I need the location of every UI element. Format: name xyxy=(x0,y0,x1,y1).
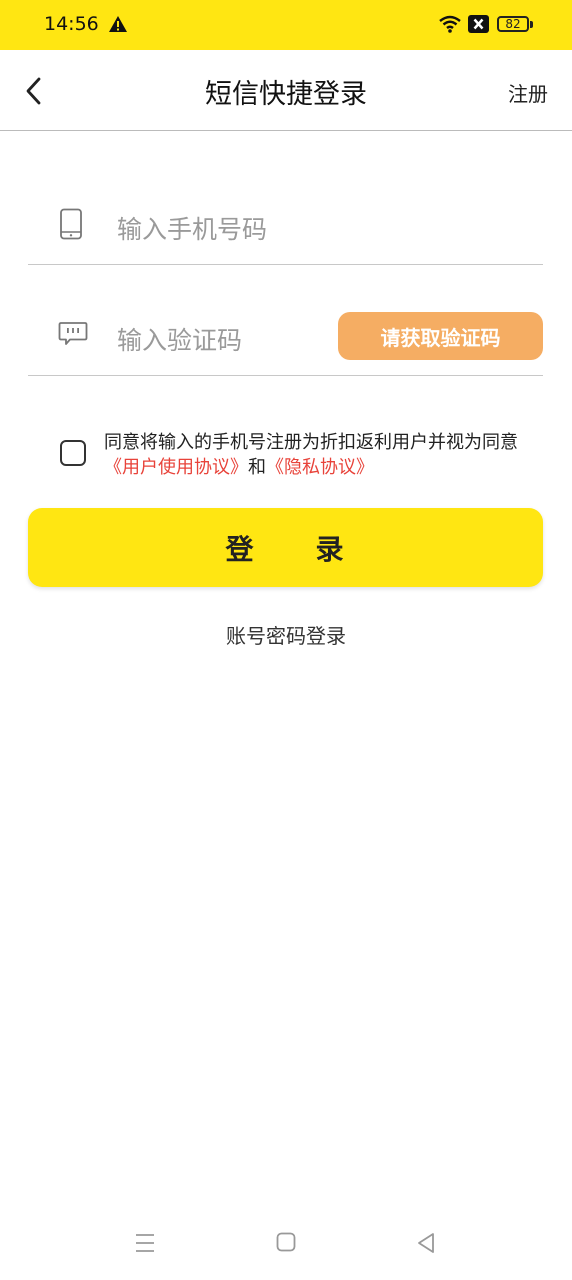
agreement-prefix: 同意将输入的手机号注册为折扣返利用户并视为同意 xyxy=(104,432,518,453)
login-button[interactable]: 登 录 xyxy=(28,508,543,587)
message-icon xyxy=(58,322,88,345)
back-icon[interactable] xyxy=(416,1232,436,1254)
user-agreement-link[interactable]: 《用户使用协议》 xyxy=(104,457,248,478)
agreement-and: 和 xyxy=(248,457,266,478)
menu-icon[interactable] xyxy=(134,1232,156,1254)
wifi-icon xyxy=(439,15,461,33)
battery-level: 82 xyxy=(505,17,521,31)
code-input[interactable]: 输入验证码 xyxy=(117,321,242,357)
phone-icon xyxy=(60,208,82,240)
page-title: 短信快捷登录 xyxy=(205,79,367,110)
home-icon[interactable] xyxy=(276,1232,296,1252)
status-bar: 14:56 82 xyxy=(0,0,572,50)
register-link[interactable]: 注册 xyxy=(508,78,548,107)
agreement-text: 同意将输入的手机号注册为折扣返利用户并视为同意《用户使用协议》和《隐私协议》 xyxy=(104,430,524,480)
warning-icon xyxy=(109,16,127,32)
phone-input[interactable]: 输入手机号码 xyxy=(117,210,267,246)
x-badge-icon xyxy=(468,15,489,33)
code-field[interactable]: 输入验证码 请获取验证码 xyxy=(28,290,543,376)
battery-tip xyxy=(530,21,533,28)
password-login-link[interactable]: 账号密码登录 xyxy=(0,620,572,649)
battery-icon: 82 xyxy=(497,16,529,32)
get-code-button[interactable]: 请获取验证码 xyxy=(338,312,543,360)
agreement-checkbox[interactable] xyxy=(60,440,86,466)
phone-field[interactable]: 输入手机号码 xyxy=(28,180,543,265)
status-time: 14:56 xyxy=(44,13,99,35)
privacy-agreement-link[interactable]: 《隐私协议》 xyxy=(266,457,374,478)
header: 短信快捷登录 注册 xyxy=(0,50,572,131)
